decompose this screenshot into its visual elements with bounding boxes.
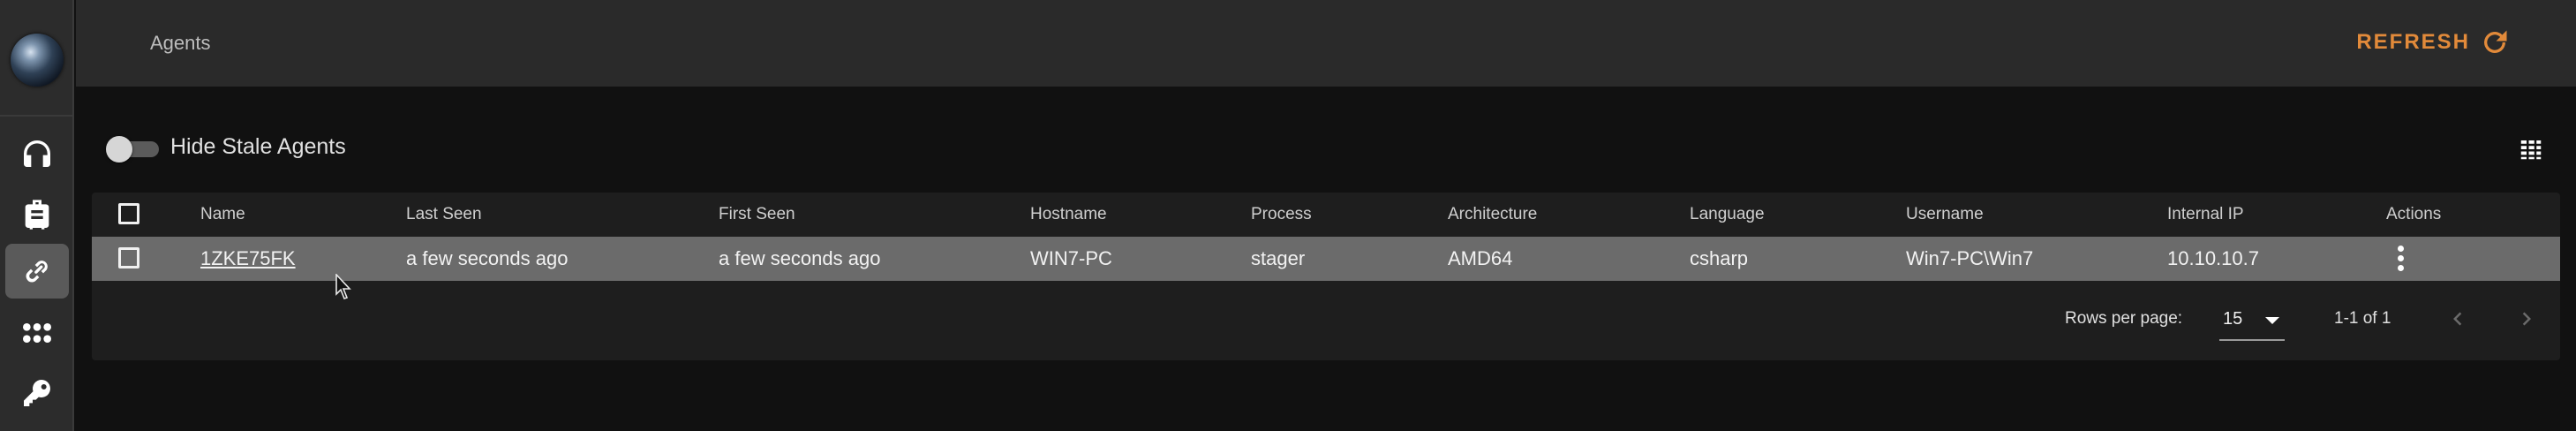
row-actions-button[interactable] xyxy=(2396,246,2405,272)
hide-stale-label: Hide Stale Agents xyxy=(170,134,346,159)
column-header-first-seen[interactable]: First Seen xyxy=(719,193,795,237)
table-header-row: Name Last Seen First Seen Hostname Proce… xyxy=(92,193,2560,237)
chevron-right-icon xyxy=(2522,312,2531,326)
column-header-internal-ip[interactable]: Internal IP xyxy=(2167,193,2244,237)
sidebar xyxy=(0,0,74,431)
select-all-checkbox[interactable] xyxy=(118,203,139,224)
page-range-text: 1-1 of 1 xyxy=(2334,309,2391,328)
kebab-dot xyxy=(2398,255,2404,261)
page-title: Agents xyxy=(150,32,211,54)
cell-last-seen: a few seconds ago xyxy=(406,247,569,269)
key-icon xyxy=(24,380,50,406)
cell-internal-ip: 10.10.10.7 xyxy=(2167,247,2259,269)
cell-language: csharp xyxy=(1690,247,1749,269)
column-header-architecture[interactable]: Architecture xyxy=(1448,193,1537,237)
cell-hostname: WIN7-PC xyxy=(1030,247,1112,269)
refresh-label: REFRESH xyxy=(2356,30,2470,54)
agents-table: Name Last Seen First Seen Hostname Proce… xyxy=(92,193,2560,360)
column-header-last-seen[interactable]: Last Seen xyxy=(406,193,482,237)
cell-first-seen: a few seconds ago xyxy=(719,247,881,269)
column-settings-button[interactable] xyxy=(2518,136,2544,163)
table-pagination: Rows per page: 15 1-1 of 1 xyxy=(92,281,2560,360)
table-row[interactable]: 1ZKE75FK a few seconds ago a few seconds… xyxy=(92,237,2560,281)
sidebar-item-credentials[interactable] xyxy=(5,366,69,420)
hide-stale-toggle[interactable] xyxy=(106,134,161,163)
sidebar-item-modules[interactable] xyxy=(5,306,69,360)
column-header-hostname[interactable]: Hostname xyxy=(1030,193,1107,237)
sidebar-item-stagers[interactable] xyxy=(5,187,69,242)
column-header-language[interactable]: Language xyxy=(1690,193,1765,237)
rows-per-page-label: Rows per page: xyxy=(2065,309,2183,328)
link-icon xyxy=(26,261,48,283)
refresh-button[interactable]: REFRESH xyxy=(2356,26,2511,58)
cell-architecture: AMD64 xyxy=(1448,247,1513,269)
kebab-dot xyxy=(2398,265,2404,271)
previous-page-button[interactable] xyxy=(2444,306,2471,332)
refresh-icon xyxy=(2484,30,2507,54)
column-header-username[interactable]: Username xyxy=(1906,193,1984,237)
top-bar: Agents REFRESH xyxy=(76,0,2576,87)
next-page-button[interactable] xyxy=(2513,306,2540,332)
toggle-thumb xyxy=(106,136,132,163)
sidebar-item-agents[interactable] xyxy=(5,244,69,299)
view-columns-icon xyxy=(2520,140,2542,160)
agent-name-link[interactable]: 1ZKE75FK xyxy=(200,237,296,281)
column-header-name[interactable]: Name xyxy=(200,193,245,237)
headphones-icon xyxy=(24,140,50,167)
cell-process: stager xyxy=(1251,247,1306,269)
cell-username: Win7-PC\Win7 xyxy=(1906,247,2034,269)
column-header-actions: Actions xyxy=(2386,205,2442,223)
column-header-process[interactable]: Process xyxy=(1251,193,1312,237)
chevron-left-icon xyxy=(2453,312,2462,326)
sidebar-divider xyxy=(0,115,74,117)
row-checkbox[interactable] xyxy=(118,247,139,268)
caret-down-icon xyxy=(2265,317,2279,324)
rows-per-page-select[interactable]: 15 xyxy=(2219,300,2285,341)
kebab-dot xyxy=(2398,246,2404,252)
rows-per-page-value: 15 xyxy=(2223,309,2243,329)
mouse-cursor-icon xyxy=(335,274,351,299)
app-logo[interactable] xyxy=(11,34,64,87)
grid-dots-icon xyxy=(23,323,51,343)
briefcase-icon xyxy=(25,200,49,230)
sidebar-item-listeners[interactable] xyxy=(5,126,69,181)
